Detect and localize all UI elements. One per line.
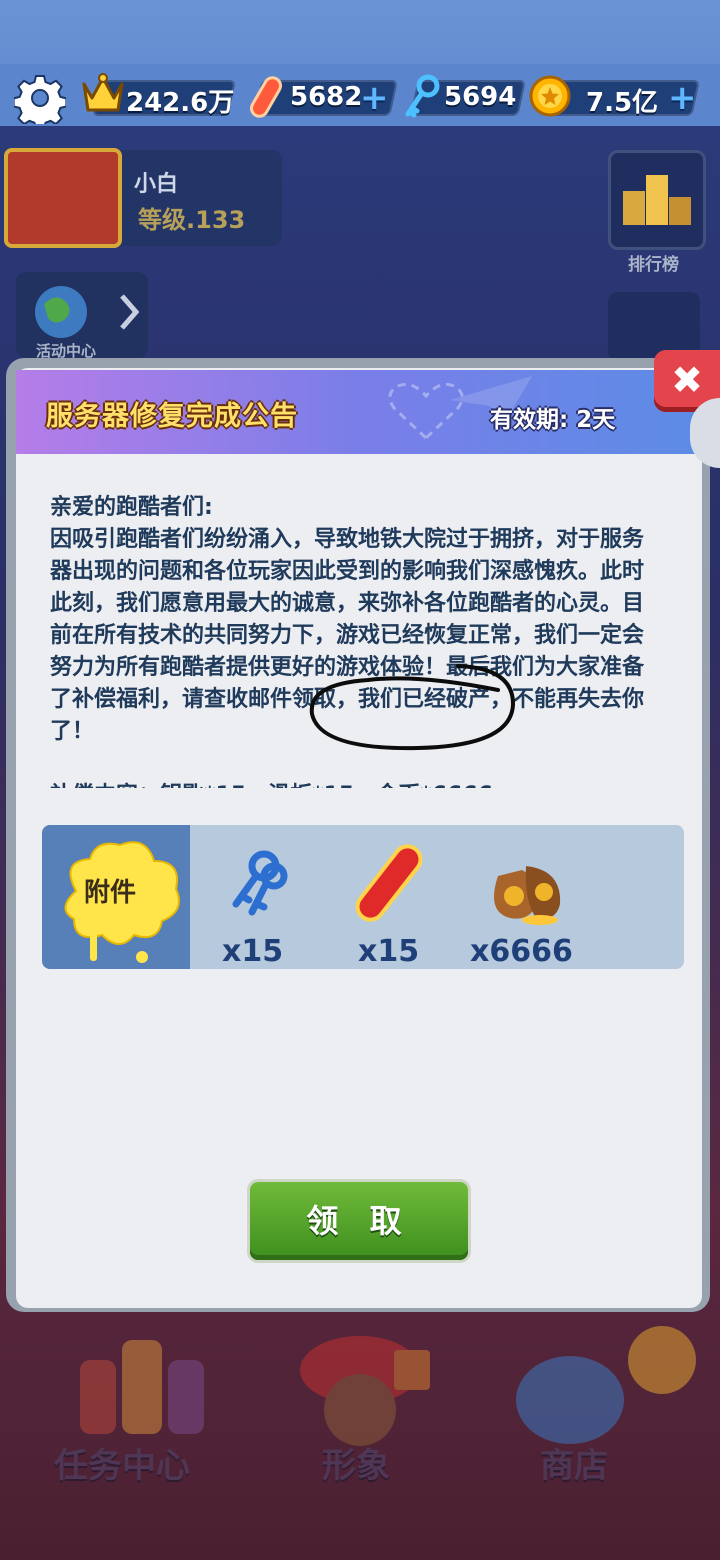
podium-icon (623, 175, 691, 225)
hoverboards-value: 5682 (290, 82, 363, 112)
keys-value: 5694 (444, 82, 517, 112)
avatar[interactable] (4, 148, 122, 248)
coins-value: 7.5亿 (586, 88, 659, 118)
hoverboard-icon (250, 76, 282, 118)
player-name: 小白 (134, 172, 179, 197)
shop-bag-icon (516, 1326, 696, 1444)
claim-button[interactable]: 领 取 (250, 1182, 468, 1260)
hoverboard-icon (355, 844, 423, 922)
character-icon (300, 1336, 430, 1446)
add-hoverboards-button[interactable]: + (360, 78, 389, 118)
hoverboards-count: x15 (358, 934, 420, 969)
coins-count: x6666 (470, 934, 573, 969)
shop-label[interactable]: 商店 (540, 1438, 608, 1487)
task-center-label[interactable]: 任务中心 (54, 1438, 190, 1487)
validity-period: 有效期: 2天 (490, 407, 616, 433)
coin-bag-icon (494, 866, 561, 925)
attachments-label: 附件 (84, 878, 137, 908)
gear-icon[interactable] (14, 72, 66, 124)
crown-icon (82, 73, 124, 112)
player-level: 等级.133 (138, 206, 246, 234)
globe-icon (35, 286, 87, 338)
avatar-label[interactable]: 形象 (322, 1438, 390, 1487)
crowns-value: 242.6万 (126, 88, 235, 118)
hand-drawn-circle (309, 664, 516, 751)
keys-icon (232, 850, 288, 916)
coin-icon (529, 75, 571, 117)
keys-count: x15 (222, 934, 284, 969)
leaderboard-button[interactable] (608, 150, 706, 250)
add-coins-button[interactable]: + (668, 78, 697, 118)
chevron-right-icon (120, 294, 140, 330)
dialog-title: 服务器修复完成公告 (46, 401, 298, 432)
key-icon (405, 74, 440, 118)
spray-cans-icon (80, 1340, 204, 1434)
leaderboard-label: 排行榜 (628, 255, 679, 275)
